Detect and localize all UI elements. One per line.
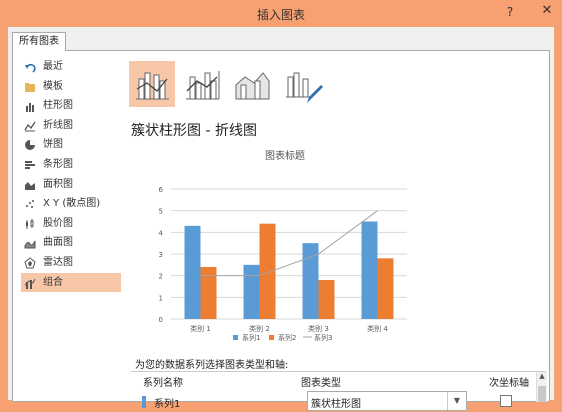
title-bar: 插入图表 ? ✕ [0, 0, 562, 27]
pie-chart-icon [25, 140, 35, 151]
legend-label: 系列2 [278, 333, 296, 342]
sidebar-item-label: X Y (散点图) [43, 198, 101, 210]
y-tick-label: 6 [159, 186, 164, 194]
x-tick-label: 类别 3 [308, 324, 329, 333]
bar [200, 267, 217, 319]
area-chart-icon [25, 181, 35, 190]
chart-preview: 图表标题 0 1 2 3 4 5 6 类别 1 类别 2 类别 3 类别 4 系列1 系列2 系列3 [159, 149, 407, 342]
series-line [200, 210, 378, 277]
undo-icon [25, 63, 36, 73]
sidebar-item[interactable]: 组合 [21, 272, 121, 293]
legend-swatch [269, 335, 274, 340]
table-row: 系列1 簇状柱形图 ▼ [131, 390, 536, 412]
stacked-area-clustered-column-button[interactable] [229, 61, 275, 107]
sidebar-item[interactable]: 饼图 [21, 135, 121, 155]
series-assign-prompt: 为您的数据系列选择图表类型和轴: [135, 360, 289, 371]
sidebar-item-label: 曲面图 [43, 237, 73, 249]
bar-chart-icon [25, 160, 35, 169]
chart-type-value: 簇状柱形图 [311, 399, 361, 410]
y-tick-label: 0 [159, 316, 163, 324]
sidebar-item-label: 模板 [43, 80, 63, 92]
secondary-axis-checkbox[interactable] [500, 395, 512, 407]
col-header-type: 图表类型 [301, 378, 341, 389]
surface-chart-icon [24, 241, 36, 249]
custom-combination-button[interactable] [279, 61, 325, 107]
tab-all-charts[interactable]: 所有图表 [12, 32, 66, 51]
sidebar-item[interactable]: 曲面图 [21, 233, 121, 253]
sidebar-item[interactable]: X Y (散点图) [21, 194, 121, 214]
sidebar-item-label: 雷达图 [43, 256, 73, 268]
col-header-axis: 次坐标轴 [489, 378, 529, 389]
stacked-area-clustered-column-icon [235, 72, 270, 100]
window-title: 插入图表 [256, 8, 305, 22]
column-chart-icon [26, 103, 34, 113]
col-header-series: 系列名称 [143, 378, 183, 389]
sidebar-item[interactable]: 条形图 [21, 155, 121, 175]
sidebar-item-label: 组合 [43, 276, 63, 288]
y-tick-label: 3 [159, 251, 163, 259]
sidebar-item[interactable]: 股价图 [21, 214, 121, 234]
table-scrollbar[interactable]: ▲ [536, 372, 547, 402]
radar-chart-icon [24, 257, 36, 269]
sidebar-item[interactable]: 最近 [21, 57, 121, 77]
bar [377, 258, 394, 319]
chart-panel: 最近模板柱形图折线图饼图条形图面积图 X Y (散点图) 股价图曲面图雷达图组合 [12, 50, 550, 411]
stock-chart-icon [26, 218, 34, 229]
sidebar-item[interactable]: 雷达图 [21, 253, 121, 273]
clustered-column-line-button[interactable] [129, 61, 175, 107]
bar [318, 280, 335, 319]
sidebar-item-label: 折线图 [43, 119, 73, 131]
sidebar-item-label: 条形图 [43, 158, 73, 170]
bar [361, 221, 378, 319]
folder-icon [25, 82, 35, 92]
chart-type-title: 簇状柱形图 - 折线图 [131, 123, 257, 139]
dialog-client: 所有图表 最近模板柱形图折线图饼图条形图面积图 X Y (散点图) 股价图曲面图雷达… [8, 27, 554, 411]
chart-category-list: 最近模板柱形图折线图饼图条形图面积图 X Y (散点图) 股价图曲面图雷达图组合 [21, 57, 121, 293]
chevron-down-icon[interactable]: ▼ [447, 392, 466, 410]
clustered-column-line-secondary-button[interactable] [179, 61, 225, 107]
x-tick-label: 类别 1 [190, 324, 211, 333]
line-chart-icon [24, 121, 36, 132]
y-tick-label: 1 [159, 294, 163, 302]
legend-label: 系列1 [242, 333, 260, 342]
sidebar-item-label: 最近 [43, 61, 63, 72]
legend-label: 系列3 [314, 333, 332, 342]
close-icon[interactable]: ✕ [532, 0, 562, 22]
sidebar-item-label: 饼图 [43, 139, 63, 151]
series-color-swatch [142, 396, 146, 408]
sidebar-item[interactable]: 柱形图 [21, 96, 121, 116]
bar [259, 223, 276, 319]
sidebar-item-label: 股价图 [43, 217, 73, 229]
x-tick-label: 类别 4 [367, 324, 388, 333]
scatter-chart-icon [26, 200, 34, 209]
sidebar-item-label: 柱形图 [43, 100, 73, 112]
legend-swatch [233, 335, 238, 340]
chart-title: 图表标题 [265, 149, 305, 162]
scroll-up-icon[interactable]: ▲ [537, 372, 547, 384]
sidebar-item[interactable]: 模板 [21, 77, 121, 97]
bar [184, 225, 201, 319]
clustered-column-line-secondary-icon [186, 71, 220, 100]
x-tick-label: 类别 2 [249, 324, 270, 333]
chart-type-select[interactable]: 簇状柱形图 ▼ [307, 391, 467, 411]
clustered-column-line-icon [136, 72, 169, 100]
y-tick-label: 4 [159, 229, 164, 237]
sidebar-item-label: 面积图 [43, 178, 73, 190]
series-name: 系列1 [154, 399, 181, 410]
y-tick-label: 5 [159, 208, 163, 216]
y-tick-label: 2 [159, 273, 163, 281]
combo-chart-icon [24, 278, 36, 289]
series-assign-table: 系列名称 图表类型 次坐标轴 系列1 簇状柱形图 ▼ ▲ [131, 371, 547, 411]
custom-combination-icon [286, 72, 323, 103]
help-icon[interactable]: ? [502, 5, 518, 21]
sidebar-item[interactable]: 面积图 [21, 175, 121, 195]
sidebar-item[interactable]: 折线图 [21, 116, 121, 136]
bar [243, 264, 260, 319]
